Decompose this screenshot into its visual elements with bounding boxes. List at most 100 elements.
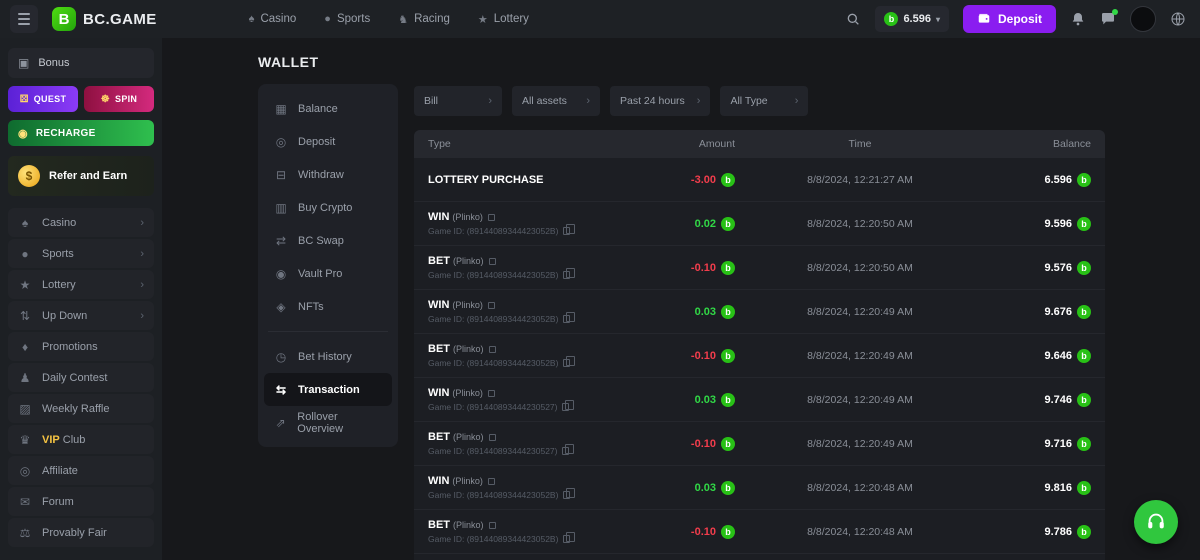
copy-icon[interactable] (563, 227, 570, 235)
link-icon[interactable] (489, 258, 496, 265)
sidebar-item-sports[interactable]: ●Sports› (8, 239, 154, 268)
link-icon[interactable] (488, 302, 495, 309)
copy-icon[interactable] (563, 315, 570, 323)
top-nav-casino[interactable]: ♠Casino (249, 13, 297, 26)
sidebar-item-up-down[interactable]: ⇅Up Down› (8, 301, 154, 330)
wallet-nav-rollover-overview[interactable]: ⇗Rollover Overview (264, 406, 392, 439)
chevron-right-icon: › (140, 279, 144, 291)
header-time: Time (735, 138, 985, 150)
sidebar-item-lottery[interactable]: ★Lottery› (8, 270, 154, 299)
link-icon[interactable] (488, 478, 495, 485)
filter-past-24-hours[interactable]: Past 24 hours› (610, 86, 710, 116)
top-nav-lottery[interactable]: ★Lottery (478, 13, 529, 26)
table-row: WIN(Plinko)Game ID: (89144089344423052B)… (414, 554, 1105, 560)
wallet-nav-bet-history[interactable]: ◷Bet History (264, 340, 392, 373)
transaction-content: Bill›All assets›Past 24 hours›All Type› … (414, 84, 1105, 560)
casino-icon: ♠ (249, 13, 255, 25)
transaction-type: BET(Plinko) (428, 519, 615, 531)
wallet-nav-transaction[interactable]: ⇆Transaction (264, 373, 392, 406)
deposit-button[interactable]: Deposit (963, 5, 1056, 33)
refer-and-earn-card[interactable]: $ Refer and Earn (8, 156, 154, 196)
avatar[interactable] (1130, 6, 1156, 32)
link-icon[interactable] (488, 390, 495, 397)
quest-button[interactable]: ⚄ QUEST (8, 86, 78, 112)
spin-button[interactable]: ☸ SPIN (84, 86, 154, 112)
balance-dropdown[interactable]: b 6.596 ▾ (875, 6, 949, 32)
bc-coin-icon: b (721, 481, 735, 495)
wallet-nav-bc-swap[interactable]: ⇄BC Swap (264, 224, 392, 257)
sidebar-item-bonus[interactable]: ▣ Bonus (8, 48, 154, 78)
sidebar-item-label: Promotions (42, 341, 98, 353)
chevron-right-icon: › (697, 95, 701, 107)
sidebar-item-promotions[interactable]: ♦ Promotions (8, 332, 154, 361)
transaction-table: TypeAmountTimeBalance LOTTERY PURCHASE-3… (414, 130, 1105, 560)
type-label: BET (428, 343, 450, 355)
type-cell: BET(Plinko)Game ID: (89144089344423052B) (414, 519, 615, 544)
copy-icon[interactable] (563, 491, 570, 499)
support-button[interactable] (1134, 500, 1178, 544)
bc-coin-icon: b (721, 525, 735, 539)
balance-cell: 9.786b (985, 525, 1105, 539)
copy-icon[interactable] (563, 359, 570, 367)
search-icon[interactable] (845, 11, 861, 27)
top-nav-sports[interactable]: ●Sports (324, 13, 370, 26)
link-icon[interactable] (489, 434, 496, 441)
bc-coin-icon: b (721, 217, 735, 231)
balance-cell: 9.646b (985, 349, 1105, 363)
chevron-down-icon: ▾ (936, 15, 940, 24)
bc-coin-icon: b (1077, 393, 1091, 407)
sidebar-item-vip-club[interactable]: ♛VIP Club (8, 425, 154, 454)
copy-icon[interactable] (562, 447, 569, 455)
wallet-nav-vault-pro[interactable]: ◉Vault Pro (264, 257, 392, 290)
sidebar-item-affiliate[interactable]: ◎Affiliate (8, 456, 154, 485)
wallet-nav-deposit[interactable]: ◎Deposit (264, 125, 392, 158)
language-globe-icon[interactable] (1170, 11, 1186, 27)
link-icon[interactable] (488, 214, 495, 221)
copy-icon[interactable] (562, 403, 569, 411)
casino-icon: ♠ (18, 216, 32, 230)
copy-icon[interactable] (563, 535, 570, 543)
filter-all-type[interactable]: All Type› (720, 86, 808, 116)
menu-button[interactable] (10, 5, 38, 33)
filter-bill[interactable]: Bill› (414, 86, 502, 116)
bc-coin-icon: b (1077, 437, 1091, 451)
amount-cell: 0.02 b (615, 217, 735, 231)
copy-icon[interactable] (563, 271, 570, 279)
refer-label: Refer and Earn (49, 170, 127, 182)
link-icon[interactable] (489, 522, 496, 529)
recharge-label: RECHARGE (36, 128, 96, 139)
brand-logo[interactable]: B BC.GAME (52, 7, 157, 31)
wallet-nav-buy-crypto[interactable]: ▥Buy Crypto (264, 191, 392, 224)
game-name-label: (Plinko) (453, 344, 484, 354)
sidebar-item-provably-fair[interactable]: ⚖Provably Fair (8, 518, 154, 547)
notifications-bell-icon[interactable] (1070, 11, 1086, 27)
wallet-nav-withdraw[interactable]: ⊟Withdraw (264, 158, 392, 191)
top-nav-racing[interactable]: ♞Racing (398, 13, 450, 26)
transaction-type: BET(Plinko) (428, 343, 615, 355)
time-cell: 8/8/2024, 12:21:27 AM (735, 174, 985, 186)
game-name-label: (Plinko) (452, 212, 483, 222)
bc-coin-icon: b (1077, 349, 1091, 363)
chat-icon[interactable] (1100, 11, 1116, 27)
balance-cell: 9.596b (985, 217, 1105, 231)
amount-value: 0.02 (695, 218, 716, 230)
filter-all-assets[interactable]: All assets› (512, 86, 600, 116)
recharge-button[interactable]: ◉ RECHARGE (8, 120, 154, 146)
game-id-row: Game ID: (89144089344423052B) (428, 226, 615, 236)
sidebar-item-weekly-raffle[interactable]: ▨Weekly Raffle (8, 394, 154, 423)
brand-icon: B (52, 7, 76, 31)
bc-coin-icon: b (721, 261, 735, 275)
type-cell: WIN(Plinko)Game ID: (89144089344423052B) (414, 475, 615, 500)
balance-value: 9.786 (1044, 526, 1072, 538)
amount-value: -0.10 (691, 262, 716, 274)
sidebar-item-label: Daily Contest (42, 372, 107, 384)
wallet-nav-balance[interactable]: ▦Balance (264, 92, 392, 125)
sidebar-item-casino[interactable]: ♠Casino› (8, 208, 154, 237)
sidebar-item-forum[interactable]: ✉Forum (8, 487, 154, 516)
wallet-nav-nfts[interactable]: ◈NFTs (264, 290, 392, 323)
type-cell: WIN(Plinko)Game ID: (89144089344423052B) (414, 299, 615, 324)
sidebar-item-daily-contest[interactable]: ♟Daily Contest (8, 363, 154, 392)
promotions-icon: ♦ (18, 340, 32, 354)
link-icon[interactable] (489, 346, 496, 353)
filter-label: Bill (424, 95, 438, 107)
